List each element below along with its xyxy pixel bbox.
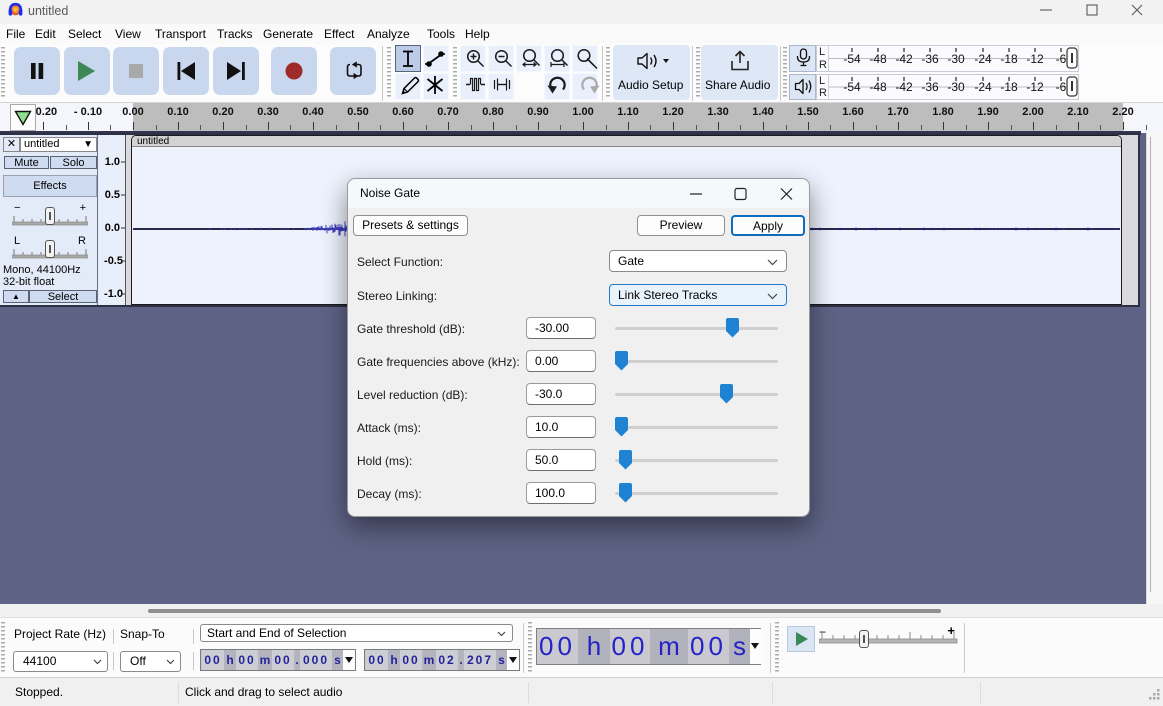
svg-text:-18: -18 — [1000, 80, 1018, 94]
svg-text:-36: -36 — [921, 80, 939, 94]
svg-text:-18: -18 — [1000, 52, 1018, 66]
svg-text:-12: -12 — [1026, 80, 1044, 94]
svg-text:-24: -24 — [974, 52, 992, 66]
svg-text:-54: -54 — [843, 52, 861, 66]
svg-text:-6: -6 — [1056, 80, 1067, 94]
svg-text:-42: -42 — [895, 52, 913, 66]
svg-text:-12: -12 — [1026, 52, 1044, 66]
svg-text:-48: -48 — [869, 52, 887, 66]
svg-text:-42: -42 — [895, 80, 913, 94]
svg-text:-36: -36 — [921, 52, 939, 66]
svg-text:-24: -24 — [974, 80, 992, 94]
svg-text:-54: -54 — [843, 80, 861, 94]
svg-text:-30: -30 — [947, 80, 965, 94]
svg-text:-6: -6 — [1056, 52, 1067, 66]
svg-text:-48: -48 — [869, 80, 887, 94]
svg-text:-30: -30 — [947, 52, 965, 66]
